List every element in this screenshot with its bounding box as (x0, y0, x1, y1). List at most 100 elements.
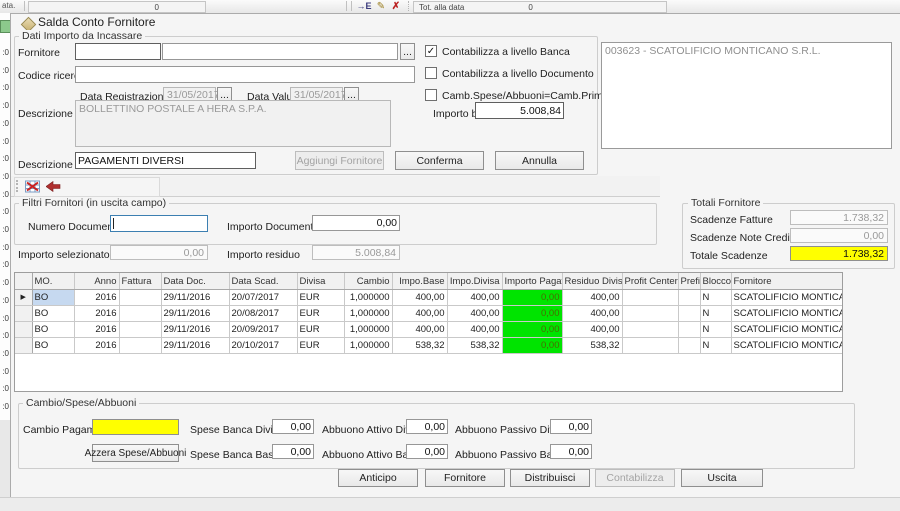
cell-data-scad[interactable]: 20/08/2017 (229, 305, 298, 322)
cell-residuo-divisa[interactable]: 400,00 (562, 289, 623, 306)
checkbox-contabilizza-documento[interactable] (425, 67, 437, 79)
fornitore-name-input[interactable] (162, 43, 398, 60)
cell-anno[interactable]: 2016 (74, 321, 120, 338)
cell-cambio[interactable]: 1,000000 (344, 321, 393, 338)
fornitore-browse-button[interactable]: ... (400, 43, 415, 60)
cell-cambio[interactable]: 1,000000 (344, 305, 393, 322)
numero-documento-input[interactable] (110, 215, 208, 232)
cell-blocco[interactable]: N (700, 321, 732, 338)
cell-mo[interactable]: BO (32, 337, 75, 354)
cell-importo-pagato[interactable]: 0,00 (502, 321, 563, 338)
pencil-icon[interactable]: ✎ (374, 0, 388, 12)
supplier-list-panel[interactable]: 003623 - SCATOLIFICIO MONTICANO S.R.L. (601, 42, 892, 149)
cell-impo-divisa[interactable]: 538,32 (447, 337, 503, 354)
fornitore-code-input[interactable] (75, 43, 161, 60)
column-header-impo-divisa[interactable]: Impo.Divisa (447, 273, 503, 290)
cell-impo-base[interactable]: 400,00 (392, 289, 448, 306)
supplier-list-item[interactable]: 003623 - SCATOLIFICIO MONTICANO S.R.L. (602, 43, 891, 59)
codice-ricerca-input[interactable] (75, 66, 415, 83)
checkbox-contabilizza-banca[interactable]: ✓ (425, 45, 437, 57)
cell-blocco[interactable]: N (700, 305, 732, 322)
cell-divisa[interactable]: EUR (297, 321, 345, 338)
table-row[interactable]: BO 2016 29/11/2016 20/09/2017 EUR 1,000000 400… (15, 321, 842, 338)
abbuono-passivo-base-input[interactable] (550, 444, 592, 459)
cell-prefi[interactable] (678, 289, 701, 306)
conferma-button[interactable]: Conferma (395, 151, 484, 170)
expand-icon[interactable]: →E (356, 0, 372, 12)
distribuisci-button[interactable]: Distribuisci (510, 469, 590, 487)
cell-profit-center[interactable] (622, 337, 679, 354)
column-header-importo-pagato[interactable]: Importo Pagato (502, 273, 563, 290)
table-row[interactable]: BO 2016 29/11/2016 20/08/2017 EUR 1,000000 400… (15, 305, 842, 322)
cell-anno[interactable]: 2016 (74, 305, 120, 322)
cell-importo-pagato[interactable]: 0,00 (502, 289, 563, 306)
cancel-icon[interactable]: ✗ (389, 0, 403, 12)
cell-anno[interactable]: 2016 (74, 337, 120, 354)
cell-data-doc[interactable]: 29/11/2016 (161, 289, 230, 306)
descrizione-input[interactable] (75, 152, 256, 169)
cell-data-doc[interactable]: 29/11/2016 (161, 305, 230, 322)
cell-prefi[interactable] (678, 305, 701, 322)
column-header-prefi[interactable]: Prefi (678, 273, 701, 290)
cell-residuo-divisa[interactable]: 400,00 (562, 321, 623, 338)
cell-importo-pagato[interactable]: 0,00 (502, 305, 563, 322)
cell-fornitore[interactable]: SCATOLIFICIO MONTICANO (731, 321, 842, 338)
cell-data-doc[interactable]: 29/11/2016 (161, 337, 230, 354)
cell-mo[interactable]: BO (32, 305, 75, 322)
uscita-button[interactable]: Uscita (681, 469, 763, 487)
cell-fattura[interactable] (119, 289, 162, 306)
importo-base-input[interactable] (475, 102, 564, 119)
cell-impo-base[interactable]: 400,00 (392, 305, 448, 322)
column-header-profit-center[interactable]: Profit Center (622, 273, 679, 290)
abbuono-attivo-base-input[interactable] (406, 444, 448, 459)
column-header-data-scad[interactable]: Data Scad. (229, 273, 298, 290)
cell-fornitore[interactable]: SCATOLIFICIO MONTICANO (731, 337, 842, 354)
column-header-divisa[interactable]: Divisa (297, 273, 345, 290)
cell-blocco[interactable]: N (700, 337, 732, 354)
row-selector-cell[interactable] (15, 305, 33, 322)
fornitore-button[interactable]: Fornitore (425, 469, 505, 487)
contabilizza-button[interactable]: Contabilizza (595, 469, 675, 487)
abbuono-passivo-divisa-input[interactable] (550, 419, 592, 434)
cell-residuo-divisa[interactable]: 538,32 (562, 337, 623, 354)
cell-impo-divisa[interactable]: 400,00 (447, 289, 503, 306)
cell-residuo-divisa[interactable]: 400,00 (562, 305, 623, 322)
column-header-cambio[interactable]: Cambio (344, 273, 393, 290)
cell-impo-base[interactable]: 400,00 (392, 321, 448, 338)
column-header-anno[interactable]: Anno (74, 273, 120, 290)
cell-prefi[interactable] (678, 321, 701, 338)
cell-cambio[interactable]: 1,000000 (344, 337, 393, 354)
cell-data-scad[interactable]: 20/10/2017 (229, 337, 298, 354)
anticipo-button[interactable]: Anticipo (338, 469, 418, 487)
cell-divisa[interactable]: EUR (297, 289, 345, 306)
cell-data-scad[interactable]: 20/07/2017 (229, 289, 298, 306)
checkbox-camb-spese[interactable] (425, 89, 437, 101)
cell-fornitore[interactable]: SCATOLIFICIO MONTICANO (731, 305, 842, 322)
abbuono-attivo-divisa-input[interactable] (406, 419, 448, 434)
column-header-data-doc[interactable]: Data Doc. (161, 273, 230, 290)
row-selector-cell[interactable] (15, 321, 33, 338)
cell-impo-base[interactable]: 538,32 (392, 337, 448, 354)
column-header-impo-base[interactable]: Impo.Base (392, 273, 448, 290)
table-row[interactable]: ▶ BO 2016 29/11/2016 20/07/2017 EUR 1,000000 40… (15, 289, 842, 306)
cell-mo[interactable]: BO (32, 321, 75, 338)
column-header-blocco[interactable]: Blocco (700, 273, 732, 290)
spese-banca-divisa-input[interactable] (272, 419, 314, 434)
cell-prefi[interactable] (678, 337, 701, 354)
table-row[interactable]: BO 2016 29/11/2016 20/10/2017 EUR 1,000000 538… (15, 337, 842, 354)
column-header-fornitore[interactable]: Fornitore (731, 273, 842, 290)
cell-fornitore[interactable]: SCATOLIFICIO MONTICANO (731, 289, 842, 306)
cell-data-doc[interactable]: 29/11/2016 (161, 321, 230, 338)
cell-blocco[interactable]: N (700, 289, 732, 306)
cell-impo-divisa[interactable]: 400,00 (447, 305, 503, 322)
column-header-residuo-divisa[interactable]: Residuo Divisa (562, 273, 623, 290)
annulla-button[interactable]: Annulla (495, 151, 584, 170)
azzera-spese-abbuoni-button[interactable]: Azzera Spese/Abbuoni (85, 444, 186, 462)
cambio-pagamento-input[interactable] (92, 419, 179, 435)
cell-cambio[interactable]: 1,000000 (344, 289, 393, 306)
cell-divisa[interactable]: EUR (297, 305, 345, 322)
cell-anno[interactable]: 2016 (74, 289, 120, 306)
red-arrow-icon[interactable] (45, 180, 61, 193)
cell-profit-center[interactable] (622, 321, 679, 338)
scadenze-grid[interactable]: MO. Anno Fattura Data Doc. Data Scad. Divisa C… (14, 272, 843, 392)
